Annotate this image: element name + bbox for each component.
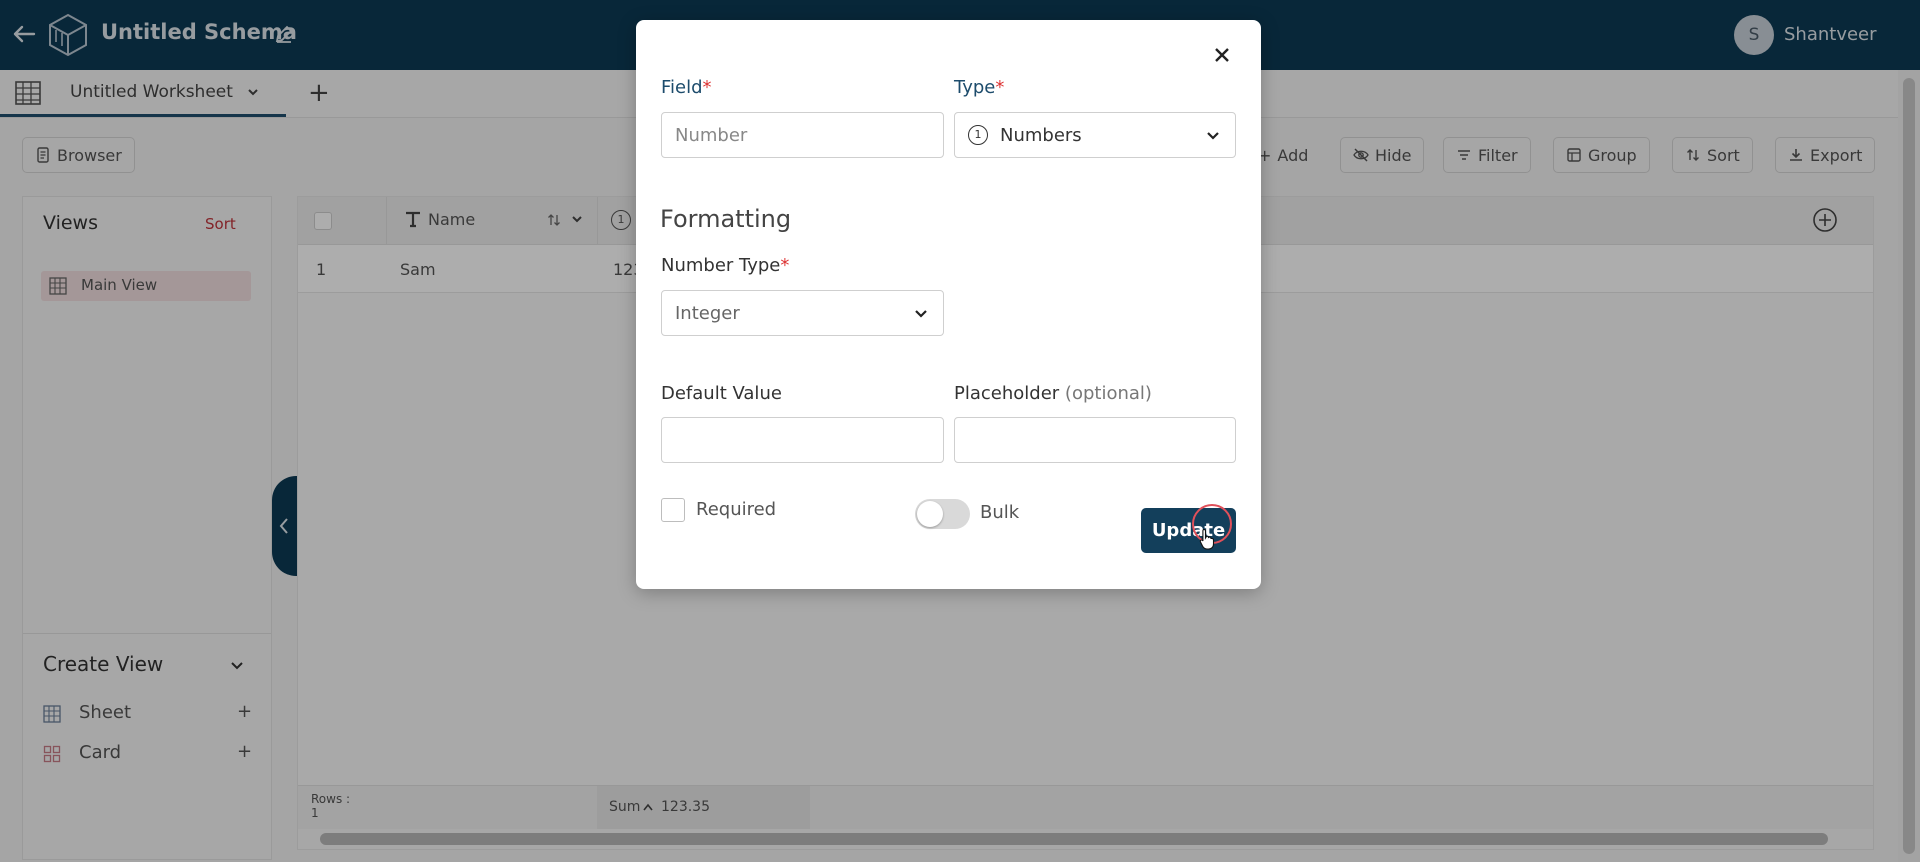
- field-name-input[interactable]: Number: [661, 112, 944, 158]
- chevron-down-icon: [1207, 132, 1219, 140]
- close-icon[interactable]: [1213, 46, 1231, 64]
- placeholder-label: Placeholder (optional): [954, 383, 1152, 404]
- bulk-toggle[interactable]: [915, 499, 970, 529]
- placeholder-input[interactable]: [954, 417, 1236, 463]
- default-value-label: Default Value: [661, 383, 782, 404]
- number-type-label: Number Type*: [661, 255, 790, 276]
- type-label: Type*: [954, 77, 1005, 98]
- number-type-value: Integer: [675, 302, 740, 324]
- field-name-value: Number: [675, 124, 748, 146]
- field-label: Field*: [661, 77, 712, 98]
- default-value-input[interactable]: [661, 417, 944, 463]
- number-type-select[interactable]: Integer: [661, 290, 944, 336]
- number-type-icon: 1: [968, 125, 988, 145]
- type-select[interactable]: 1 Numbers: [954, 112, 1236, 158]
- type-select-value: Numbers: [1000, 124, 1082, 146]
- formatting-heading: Formatting: [660, 205, 792, 233]
- bulk-label: Bulk: [980, 502, 1020, 523]
- required-label: Required: [696, 499, 777, 520]
- edit-field-dialog: Field* Number Type* 1 Numbers Formatting…: [636, 20, 1261, 589]
- chevron-down-icon: [915, 310, 927, 318]
- required-checkbox[interactable]: [661, 498, 685, 522]
- hand-pointer-icon: [1199, 528, 1215, 550]
